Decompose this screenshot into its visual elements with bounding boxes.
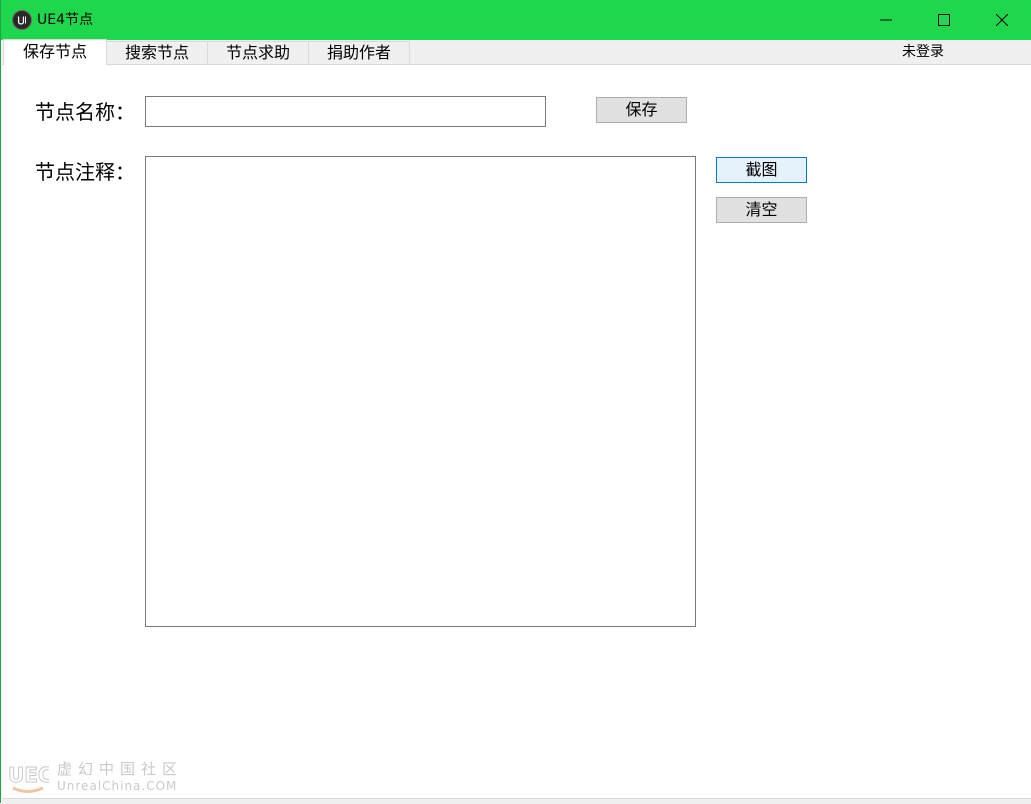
unreal-logo-icon	[12, 10, 32, 30]
save-button[interactable]: 保存	[596, 97, 687, 123]
maximize-icon	[938, 14, 950, 26]
app-window: UE4节点 保存节点 搜索节点 节点求助 捐助作者 未登录 节点名称： 保存 节…	[0, 0, 1031, 804]
watermark-en-text: UnrealChina.COM	[57, 779, 178, 793]
node-note-textarea[interactable]	[145, 156, 696, 627]
tab-search-node[interactable]: 搜索节点	[106, 41, 208, 64]
svg-text:UECN: UECN	[8, 763, 49, 787]
tab-donate-author[interactable]: 捐助作者	[308, 41, 410, 64]
close-button[interactable]	[973, 0, 1031, 40]
tab-node-help[interactable]: 节点求助	[207, 41, 309, 64]
watermark: UECN 虚幻中国社区 UnrealChina.COM	[7, 758, 187, 796]
maximize-button[interactable]	[915, 0, 973, 40]
uecn-logo-icon: UECN	[8, 763, 49, 793]
window-title: UE4节点	[37, 12, 93, 28]
tab-strip: 保存节点 搜索节点 节点求助 捐助作者	[2, 39, 1031, 65]
bottom-border	[2, 798, 1031, 804]
node-name-label: 节点名称：	[35, 100, 135, 124]
node-name-input[interactable]	[145, 96, 546, 127]
watermark-cn-text: 虚幻中国社区	[57, 760, 184, 778]
node-note-label: 节点注释：	[35, 160, 135, 184]
minimize-icon	[880, 19, 892, 21]
close-icon	[996, 14, 1008, 26]
clear-button[interactable]: 清空	[716, 197, 807, 223]
screenshot-button[interactable]: 截图	[716, 157, 807, 183]
tab-save-node[interactable]: 保存节点	[3, 39, 107, 65]
minimize-button[interactable]	[857, 0, 915, 40]
login-status[interactable]: 未登录	[902, 43, 944, 61]
title-bar[interactable]: UE4节点	[1, 0, 1031, 40]
